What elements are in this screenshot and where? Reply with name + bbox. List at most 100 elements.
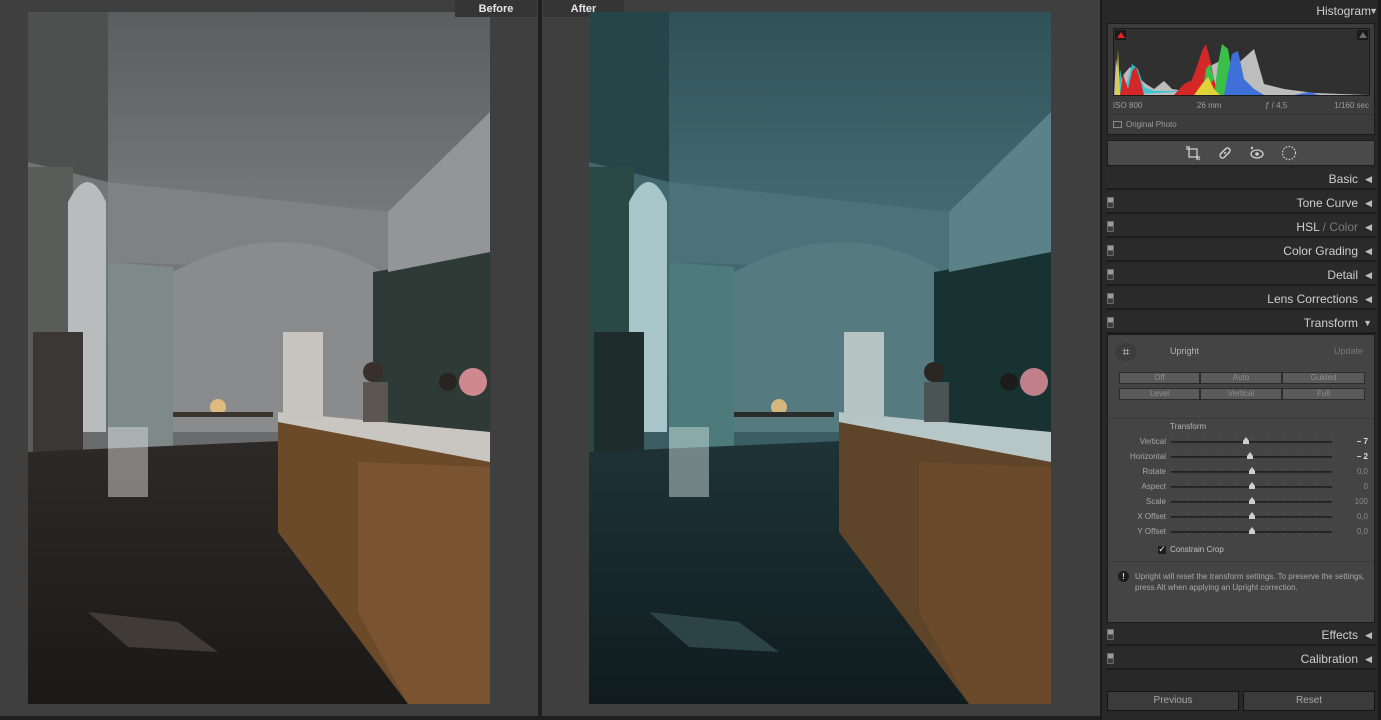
section-detail[interactable]: Detail ◀: [1106, 264, 1376, 286]
after-photo: [589, 12, 1051, 704]
slider-label: Vertical: [1139, 437, 1166, 446]
shadow-clipping-indicator[interactable]: [1115, 30, 1126, 40]
section-transform[interactable]: Transform ▼: [1106, 312, 1376, 334]
slider-ticks: [1171, 438, 1332, 440]
slider-track[interactable]: [1171, 441, 1332, 443]
view-bottom-edge: [0, 716, 1100, 720]
expand-arrow-icon[interactable]: ◀: [1365, 246, 1372, 257]
slider-value[interactable]: − 7: [1357, 437, 1368, 446]
lens-corrections-enable-switch[interactable]: [1107, 293, 1114, 304]
upright-level-button[interactable]: Level: [1119, 388, 1200, 400]
transform-panel: ⌗ Upright Update Off Auto Guided Level Verti…: [1107, 334, 1375, 623]
expand-arrow-icon[interactable]: ◀: [1365, 222, 1372, 233]
section-title: Lens Corrections: [1267, 292, 1358, 306]
section-title-secondary[interactable]: / Color: [1319, 220, 1358, 234]
before-photo-image: [28, 12, 490, 704]
upright-vertical-button[interactable]: Vertical: [1200, 388, 1282, 400]
update-button[interactable]: Update: [1334, 346, 1363, 356]
hsl-enable-switch[interactable]: [1107, 221, 1114, 232]
constrain-crop-checkbox[interactable]: ✓: [1158, 544, 1166, 554]
slider-y-offset[interactable]: Y Offset 0,0: [1108, 525, 1376, 540]
slider-aspect[interactable]: Aspect 0: [1108, 480, 1376, 495]
slider-horizontal[interactable]: Horizontal − 2: [1108, 450, 1376, 465]
section-title: Basic: [1328, 172, 1358, 186]
slider-thumb[interactable]: [1248, 512, 1255, 519]
constrain-crop-toggle[interactable]: ✓ Constrain Crop: [1158, 544, 1224, 554]
slider-value[interactable]: 0: [1364, 482, 1368, 491]
section-title: Effects: [1321, 628, 1358, 642]
section-title: Tone Curve: [1296, 196, 1358, 210]
color-grading-enable-switch[interactable]: [1107, 245, 1114, 256]
original-photo-toggle[interactable]: Original Photo: [1113, 120, 1177, 129]
upright-off-button[interactable]: Off: [1119, 372, 1200, 384]
develop-panel: Histogram ▼ ISO 800 26 mm ƒ / 4,5 1/160 …: [1100, 0, 1381, 720]
spot-removal-icon[interactable]: [1217, 145, 1233, 161]
warning-icon: !: [1118, 571, 1129, 582]
slider-thumb[interactable]: [1248, 467, 1255, 474]
masking-icon[interactable]: [1281, 145, 1297, 161]
tool-strip: [1107, 140, 1375, 166]
transform-separator-2: [1108, 561, 1374, 562]
lightroom-develop: Before After Histogram ▼ ISO 800 26 mm ƒ…: [0, 0, 1381, 720]
histogram-collapse-icon[interactable]: ▼: [1369, 6, 1378, 16]
histogram-curves: [1114, 44, 1369, 95]
expand-arrow-icon[interactable]: ◀: [1365, 294, 1372, 305]
slider-thumb[interactable]: [1248, 482, 1255, 489]
expand-arrow-icon[interactable]: ◀: [1365, 654, 1372, 665]
collapse-arrow-icon[interactable]: ▼: [1363, 318, 1372, 328]
slider-thumb[interactable]: [1248, 527, 1255, 534]
slider-value[interactable]: 0,0: [1357, 467, 1368, 476]
slider-vertical[interactable]: Vertical − 7: [1108, 435, 1376, 450]
section-lens-corrections[interactable]: Lens Corrections ◀: [1106, 288, 1376, 310]
section-tone-curve[interactable]: Tone Curve ◀: [1106, 192, 1376, 214]
upright-guided-button[interactable]: Guided: [1282, 372, 1365, 384]
slider-x-offset[interactable]: X Offset 0,0: [1108, 510, 1376, 525]
tone-curve-enable-switch[interactable]: [1107, 197, 1114, 208]
red-eye-icon[interactable]: [1249, 145, 1265, 161]
upright-full-button[interactable]: Full: [1282, 388, 1365, 400]
slider-rotate[interactable]: Rotate 0,0: [1108, 465, 1376, 480]
section-color-grading[interactable]: Color Grading ◀: [1106, 240, 1376, 262]
upright-auto-button[interactable]: Auto: [1200, 372, 1282, 384]
before-view: Before: [0, 0, 538, 716]
upright-buttons: Off Auto Guided Level Vertical Full: [1119, 372, 1365, 400]
slider-value[interactable]: 0,0: [1357, 527, 1368, 536]
section-title: Transform: [1303, 316, 1358, 330]
expand-arrow-icon[interactable]: ◀: [1365, 198, 1372, 209]
crop-overlay-icon[interactable]: [1185, 145, 1201, 161]
slider-label: Scale: [1145, 497, 1166, 506]
section-basic[interactable]: Basic ◀: [1106, 168, 1376, 190]
histogram-title[interactable]: Histogram: [1316, 4, 1371, 18]
detail-enable-switch[interactable]: [1107, 269, 1114, 280]
exif-aperture: ƒ / 4,5: [1265, 101, 1288, 110]
section-hsl[interactable]: HSL / Color ◀: [1106, 216, 1376, 238]
expand-arrow-icon[interactable]: ◀: [1365, 630, 1372, 641]
slider-thumb[interactable]: [1248, 497, 1255, 504]
upright-guided-tool-icon[interactable]: ⌗: [1115, 343, 1137, 361]
slider-scale[interactable]: Scale 100: [1108, 495, 1376, 510]
effects-enable-switch[interactable]: [1107, 629, 1114, 640]
slider-label: Y Offset: [1137, 527, 1166, 536]
section-calibration[interactable]: Calibration ◀: [1106, 648, 1376, 670]
slider-value[interactable]: 100: [1355, 497, 1368, 506]
histogram-separator: [1108, 114, 1374, 115]
previous-button[interactable]: Previous: [1107, 691, 1239, 711]
original-photo-label: Original Photo: [1126, 120, 1177, 129]
slider-value[interactable]: 0,0: [1357, 512, 1368, 521]
expand-arrow-icon[interactable]: ◀: [1365, 174, 1372, 185]
transform-separator: [1108, 418, 1374, 419]
slider-thumb[interactable]: [1242, 437, 1249, 444]
transform-enable-switch[interactable]: [1107, 317, 1114, 328]
reset-button[interactable]: Reset: [1243, 691, 1375, 711]
slider-value[interactable]: − 2: [1357, 452, 1368, 461]
upright-warning-text: Upright will reset the transform setting…: [1135, 572, 1365, 592]
calibration-enable-switch[interactable]: [1107, 653, 1114, 664]
slider-thumb[interactable]: [1246, 452, 1253, 459]
section-effects[interactable]: Effects ◀: [1106, 624, 1376, 646]
slider-label: Aspect: [1141, 482, 1166, 491]
highlight-clipping-indicator[interactable]: [1357, 30, 1368, 40]
expand-arrow-icon[interactable]: ◀: [1365, 270, 1372, 281]
constrain-crop-label: Constrain Crop: [1170, 545, 1224, 554]
histogram-graph[interactable]: [1113, 28, 1370, 96]
original-photo-checkbox[interactable]: [1113, 121, 1122, 128]
